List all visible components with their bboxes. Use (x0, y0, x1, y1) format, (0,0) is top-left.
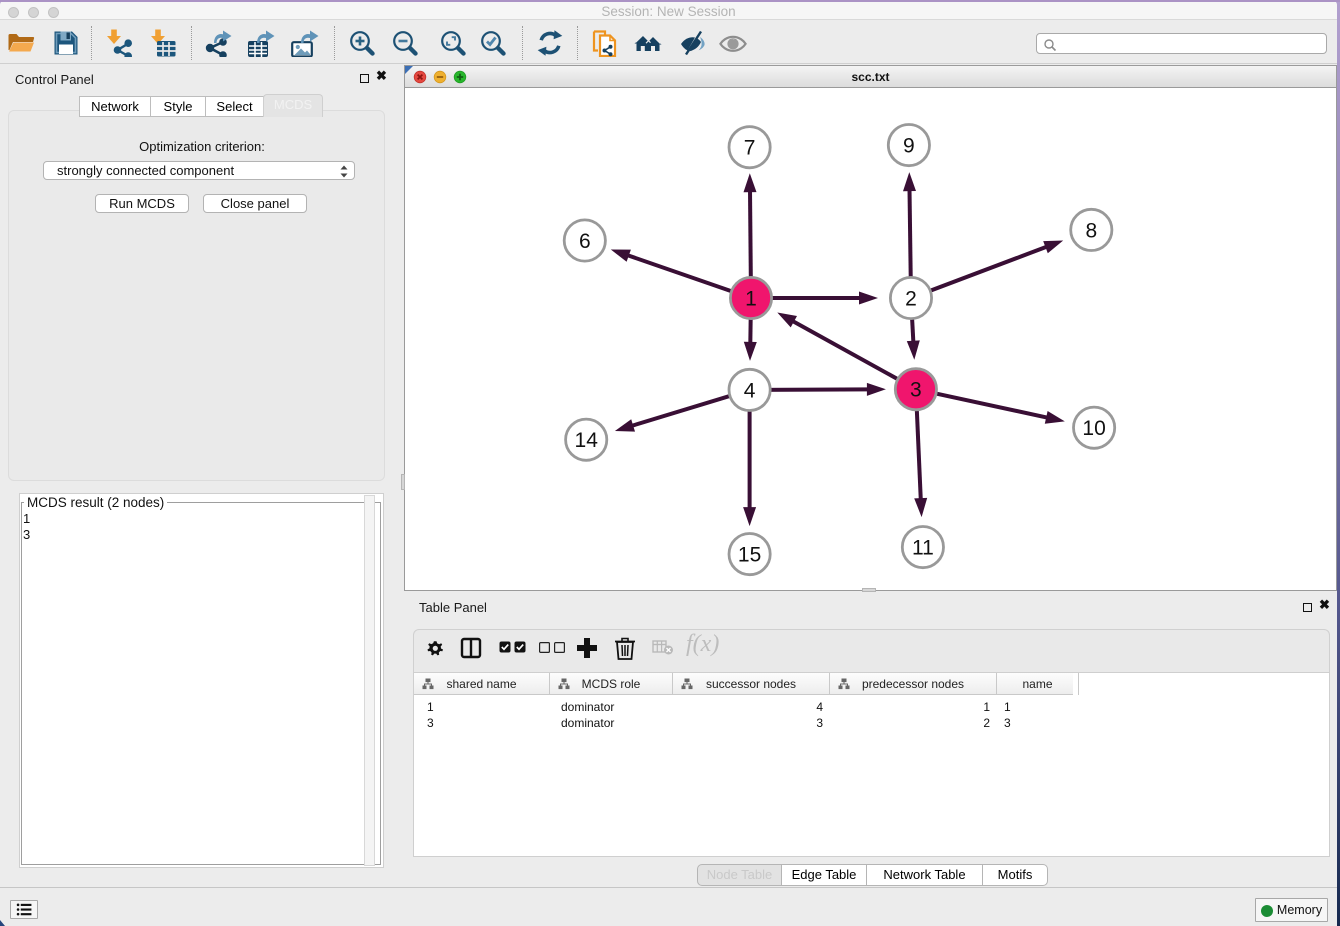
svg-text:4: 4 (744, 379, 756, 402)
svg-text:10: 10 (1082, 417, 1105, 440)
svg-text:1: 1 (745, 288, 757, 311)
svg-text:14: 14 (575, 429, 599, 452)
svg-text:15: 15 (738, 544, 761, 567)
svg-text:6: 6 (579, 230, 591, 253)
svg-text:3: 3 (910, 379, 922, 402)
svg-text:8: 8 (1085, 219, 1097, 242)
svg-text:11: 11 (912, 537, 934, 560)
svg-text:9: 9 (903, 135, 915, 158)
svg-text:2: 2 (905, 288, 917, 311)
svg-text:7: 7 (744, 137, 756, 160)
